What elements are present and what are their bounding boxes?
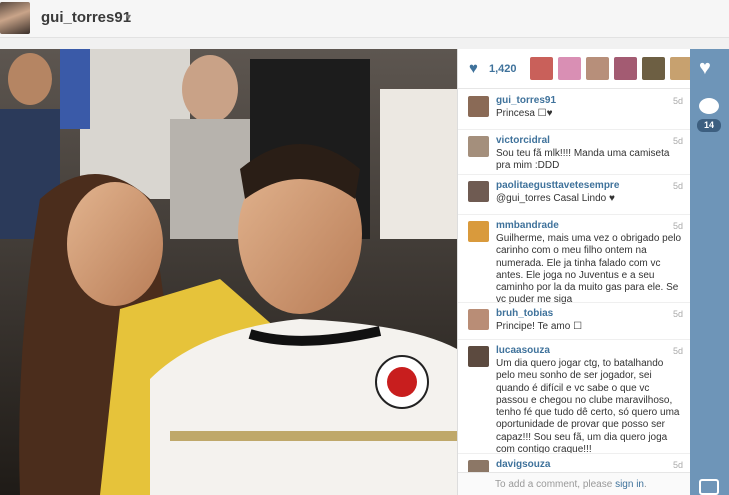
comment-text: Principe! Te amo ☐: [496, 321, 583, 332]
comment-text: Sou teu fã mlk!!!! Manda uma camiseta pr…: [496, 148, 670, 172]
comments-panel: ♥ 1,420 gui_torres91 5d Princesa ☐♥ vict…: [457, 49, 693, 495]
profile-avatar[interactable]: [0, 2, 30, 34]
chevron-down-icon[interactable]: ▾: [126, 12, 131, 23]
heart-icon[interactable]: ♥: [469, 60, 478, 77]
comment-text: Guilherme, mais uma vez o obrigado pelo …: [496, 233, 682, 306]
action-sidebar: ♥ 14: [690, 49, 729, 495]
avatar[interactable]: [468, 181, 489, 202]
avatar[interactable]: [468, 346, 489, 367]
comment: paolitaegusttavetesempre 5d @gui_torres …: [458, 175, 691, 215]
comment-username[interactable]: gui_torres91: [496, 95, 556, 106]
comment-username[interactable]: davigsouza: [496, 459, 550, 470]
liker-avatar[interactable]: [530, 57, 553, 80]
comment-time: 5d: [672, 309, 683, 319]
comment: lucaasouza 5d Um dia quero jogar ctg, to…: [458, 340, 691, 456]
add-comment-text: To add a comment, please: [495, 479, 616, 490]
heart-icon[interactable]: ♥: [699, 57, 711, 80]
comment-time: 5d: [672, 460, 683, 470]
comment: gui_torres91 5d Princesa ☐♥: [458, 90, 691, 130]
avatar[interactable]: [468, 96, 489, 117]
top-bar: gui_torres91 ▾: [0, 0, 729, 38]
comment-username[interactable]: lucaasouza: [496, 345, 550, 356]
post-photo[interactable]: [0, 49, 457, 495]
comment: mmbandrade 5d Guilherme, mais uma vez o …: [458, 215, 691, 305]
comment-username[interactable]: mmbandrade: [496, 220, 559, 231]
likers-row: [530, 57, 693, 80]
comment-time: 5d: [672, 181, 683, 191]
avatar[interactable]: [468, 460, 489, 472]
liker-avatar[interactable]: [614, 57, 637, 80]
liker-avatar[interactable]: [642, 57, 665, 80]
comment-time: 5d: [672, 136, 683, 146]
profile-username[interactable]: gui_torres91: [41, 9, 131, 26]
comment-time: 5d: [672, 346, 683, 356]
comment-count-badge[interactable]: 14: [697, 119, 721, 132]
comment-bubble-icon[interactable]: [699, 98, 719, 114]
comment-list[interactable]: gui_torres91 5d Princesa ☐♥ victorcidral…: [458, 90, 691, 472]
likes-bar: ♥ 1,420: [458, 49, 693, 89]
add-comment-suffix: .: [643, 479, 647, 490]
comment: davigsouza 5d: [458, 454, 691, 472]
add-comment-prompt: To add a comment, please sign in.: [495, 479, 647, 490]
add-comment-bar: To add a comment, please sign in.: [458, 472, 691, 495]
comment: victorcidral 5d Sou teu fã mlk!!!! Manda…: [458, 130, 691, 175]
sign-in-link[interactable]: sign in: [615, 479, 644, 490]
avatar[interactable]: [468, 221, 489, 242]
comment-username[interactable]: victorcidral: [496, 135, 550, 146]
comment-text: @gui_torres Casal Lindo ♥: [496, 193, 615, 204]
camera-icon[interactable]: [699, 479, 719, 495]
liker-avatar[interactable]: [586, 57, 609, 80]
like-count[interactable]: 1,420: [489, 63, 517, 75]
comment: bruh_tobias 5d Principe! Te amo ☐: [458, 303, 691, 340]
avatar[interactable]: [468, 309, 489, 330]
comment-time: 5d: [672, 221, 683, 231]
comment-username[interactable]: paolitaegusttavetesempre: [496, 180, 619, 191]
comment-username[interactable]: bruh_tobias: [496, 308, 553, 319]
avatar[interactable]: [468, 136, 489, 157]
comment-text: Um dia quero jogar ctg, to batalhando pe…: [496, 358, 680, 456]
liker-avatar[interactable]: [558, 57, 581, 80]
comment-text: Princesa ☐♥: [496, 108, 553, 119]
comment-time: 5d: [672, 96, 683, 106]
